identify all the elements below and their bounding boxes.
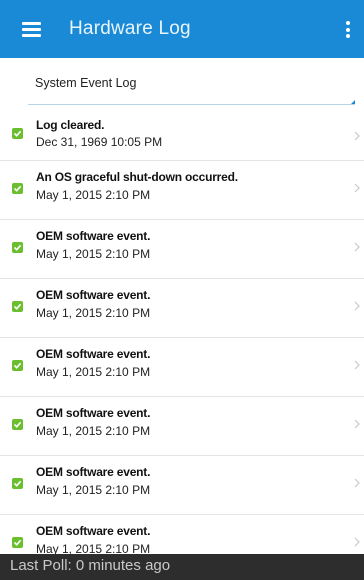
check-icon bbox=[12, 360, 23, 371]
log-entry-row[interactable]: OEM software event. May 1, 2015 2:10 PM bbox=[0, 397, 364, 456]
hamburger-menu-icon[interactable] bbox=[22, 22, 41, 37]
log-entry-row[interactable]: OEM software event. May 1, 2015 2:10 PM bbox=[0, 220, 364, 279]
entry-title: OEM software event. bbox=[36, 465, 151, 479]
log-type-dropdown[interactable]: System Event Log bbox=[28, 65, 355, 105]
entry-title: OEM software event. bbox=[36, 406, 151, 420]
check-icon bbox=[12, 478, 23, 489]
entry-title: OEM software event. bbox=[36, 347, 151, 361]
log-entry-list: Log cleared. Dec 31, 1969 10:05 PM An OS… bbox=[0, 109, 364, 574]
dropdown-underline bbox=[28, 104, 355, 105]
log-type-selected: System Event Log bbox=[35, 76, 137, 90]
entry-date: May 1, 2015 2:10 PM bbox=[36, 188, 151, 202]
dropdown-arrow-icon bbox=[351, 100, 355, 104]
check-icon bbox=[12, 128, 23, 139]
log-entry-row[interactable]: OEM software event. May 1, 2015 2:10 PM bbox=[0, 279, 364, 338]
entry-date: May 1, 2015 2:10 PM bbox=[36, 247, 151, 261]
entry-title: OEM software event. bbox=[36, 229, 151, 243]
chevron-right-icon bbox=[354, 301, 360, 311]
log-entry-row[interactable]: Log cleared. Dec 31, 1969 10:05 PM bbox=[0, 109, 364, 161]
chevron-right-icon bbox=[354, 419, 360, 429]
chevron-right-icon bbox=[354, 183, 360, 193]
more-vert-icon[interactable] bbox=[346, 21, 350, 38]
check-icon bbox=[12, 537, 23, 548]
log-entry-row[interactable]: OEM software event. May 1, 2015 2:10 PM bbox=[0, 456, 364, 515]
app-title: Hardware Log bbox=[69, 18, 191, 39]
entry-date: Dec 31, 1969 10:05 PM bbox=[36, 135, 163, 149]
entry-date: May 1, 2015 2:10 PM bbox=[36, 483, 151, 497]
chevron-right-icon bbox=[354, 242, 360, 252]
check-icon bbox=[12, 183, 23, 194]
entry-title: An OS graceful shut-down occurred. bbox=[36, 170, 238, 184]
chevron-right-icon bbox=[354, 131, 360, 141]
entry-date: May 1, 2015 2:10 PM bbox=[36, 424, 151, 438]
entry-date: May 1, 2015 2:10 PM bbox=[36, 365, 151, 379]
chevron-right-icon bbox=[354, 537, 360, 547]
entry-date: May 1, 2015 2:10 PM bbox=[36, 306, 151, 320]
chevron-right-icon bbox=[354, 360, 360, 370]
entry-title: OEM software event. bbox=[36, 524, 151, 538]
check-icon bbox=[12, 242, 23, 253]
last-poll-status-bar: Last Poll: 0 minutes ago bbox=[0, 554, 364, 580]
entry-title: OEM software event. bbox=[36, 288, 151, 302]
entry-title: Log cleared. bbox=[36, 118, 105, 132]
log-entry-row[interactable]: OEM software event. May 1, 2015 2:10 PM bbox=[0, 338, 364, 397]
last-poll-text: Last Poll: 0 minutes ago bbox=[10, 557, 171, 574]
log-entry-row[interactable]: An OS graceful shut-down occurred. May 1… bbox=[0, 161, 364, 220]
app-bar: Hardware Log bbox=[0, 0, 364, 58]
check-icon bbox=[12, 419, 23, 430]
check-icon bbox=[12, 301, 23, 312]
chevron-right-icon bbox=[354, 478, 360, 488]
